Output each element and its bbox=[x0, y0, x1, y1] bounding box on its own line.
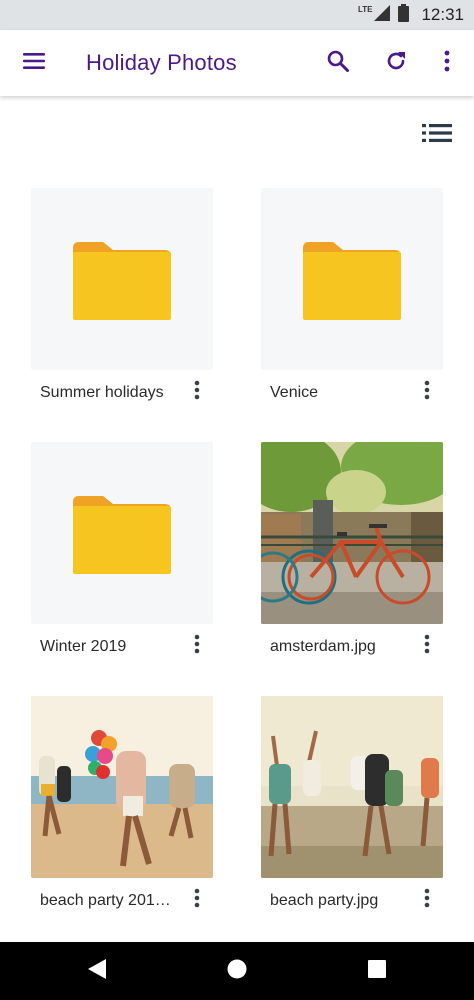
more-vert-icon bbox=[424, 888, 430, 913]
more-vert-icon bbox=[424, 634, 430, 659]
beach-party-photo bbox=[31, 696, 213, 878]
more-vert-icon bbox=[194, 888, 200, 913]
folder-thumbnail[interactable] bbox=[31, 188, 213, 370]
battery-icon bbox=[398, 3, 410, 27]
signal-icon bbox=[374, 4, 391, 26]
tile-more-button[interactable] bbox=[417, 632, 437, 660]
tile-more-button[interactable] bbox=[187, 886, 207, 914]
more-vert-icon bbox=[444, 50, 450, 77]
tile-label: beach party.jpg bbox=[270, 892, 379, 909]
tile-label: amsterdam.jpg bbox=[270, 638, 376, 655]
more-vert-icon bbox=[424, 380, 430, 405]
folder-icon bbox=[303, 242, 401, 320]
folder-tile[interactable]: Venice bbox=[261, 188, 443, 401]
folder-thumbnail[interactable] bbox=[31, 442, 213, 624]
tile-label: beach party 201… bbox=[40, 892, 171, 909]
image-tile[interactable]: beach party 201… bbox=[31, 696, 213, 909]
home-icon bbox=[227, 959, 247, 984]
image-thumbnail[interactable] bbox=[261, 442, 443, 624]
tile-more-button[interactable] bbox=[187, 378, 207, 406]
list-view-icon bbox=[422, 123, 452, 147]
search-icon bbox=[326, 49, 350, 78]
page-title: Holiday Photos bbox=[86, 50, 237, 75]
recents-button[interactable] bbox=[347, 942, 407, 1000]
tile-more-button[interactable] bbox=[417, 886, 437, 914]
home-button[interactable] bbox=[207, 942, 267, 1000]
tile-label: Venice bbox=[270, 384, 319, 401]
menu-icon bbox=[22, 52, 46, 75]
amsterdam-photo bbox=[261, 442, 443, 624]
clock: 12:31 bbox=[421, 5, 464, 24]
more-vert-icon bbox=[194, 380, 200, 405]
more-vert-icon bbox=[194, 634, 200, 659]
tile-label: Summer holidays bbox=[40, 384, 164, 401]
beach-party-photo bbox=[261, 696, 443, 878]
image-thumbnail[interactable] bbox=[31, 696, 213, 878]
folder-tile[interactable]: Summer holidays bbox=[31, 188, 213, 401]
system-nav-bar bbox=[0, 942, 474, 1000]
back-icon bbox=[88, 958, 106, 984]
network-type: LTE bbox=[357, 4, 373, 14]
search-button[interactable] bbox=[314, 30, 362, 96]
folder-icon bbox=[73, 496, 171, 574]
tile-label: Winter 2019 bbox=[40, 638, 127, 655]
image-tile[interactable]: beach party.jpg bbox=[261, 696, 443, 909]
status-bar: LTE 12:31 bbox=[0, 0, 474, 30]
folder-icon bbox=[73, 242, 171, 320]
refresh-icon bbox=[384, 49, 408, 78]
tile-more-button[interactable] bbox=[417, 378, 437, 406]
app-bar: Holiday Photos bbox=[0, 30, 474, 96]
tile-more-button[interactable] bbox=[187, 632, 207, 660]
overflow-menu-button[interactable] bbox=[423, 30, 471, 96]
back-button[interactable] bbox=[67, 942, 127, 1000]
folder-tile[interactable]: Winter 2019 bbox=[31, 442, 213, 655]
recents-icon bbox=[368, 959, 386, 983]
menu-button[interactable] bbox=[10, 30, 58, 96]
image-tile[interactable]: amsterdam.jpg bbox=[261, 442, 443, 655]
folder-thumbnail[interactable] bbox=[261, 188, 443, 370]
view-mode-toggle[interactable] bbox=[420, 118, 454, 152]
refresh-button[interactable] bbox=[372, 30, 420, 96]
image-thumbnail[interactable] bbox=[261, 696, 443, 878]
